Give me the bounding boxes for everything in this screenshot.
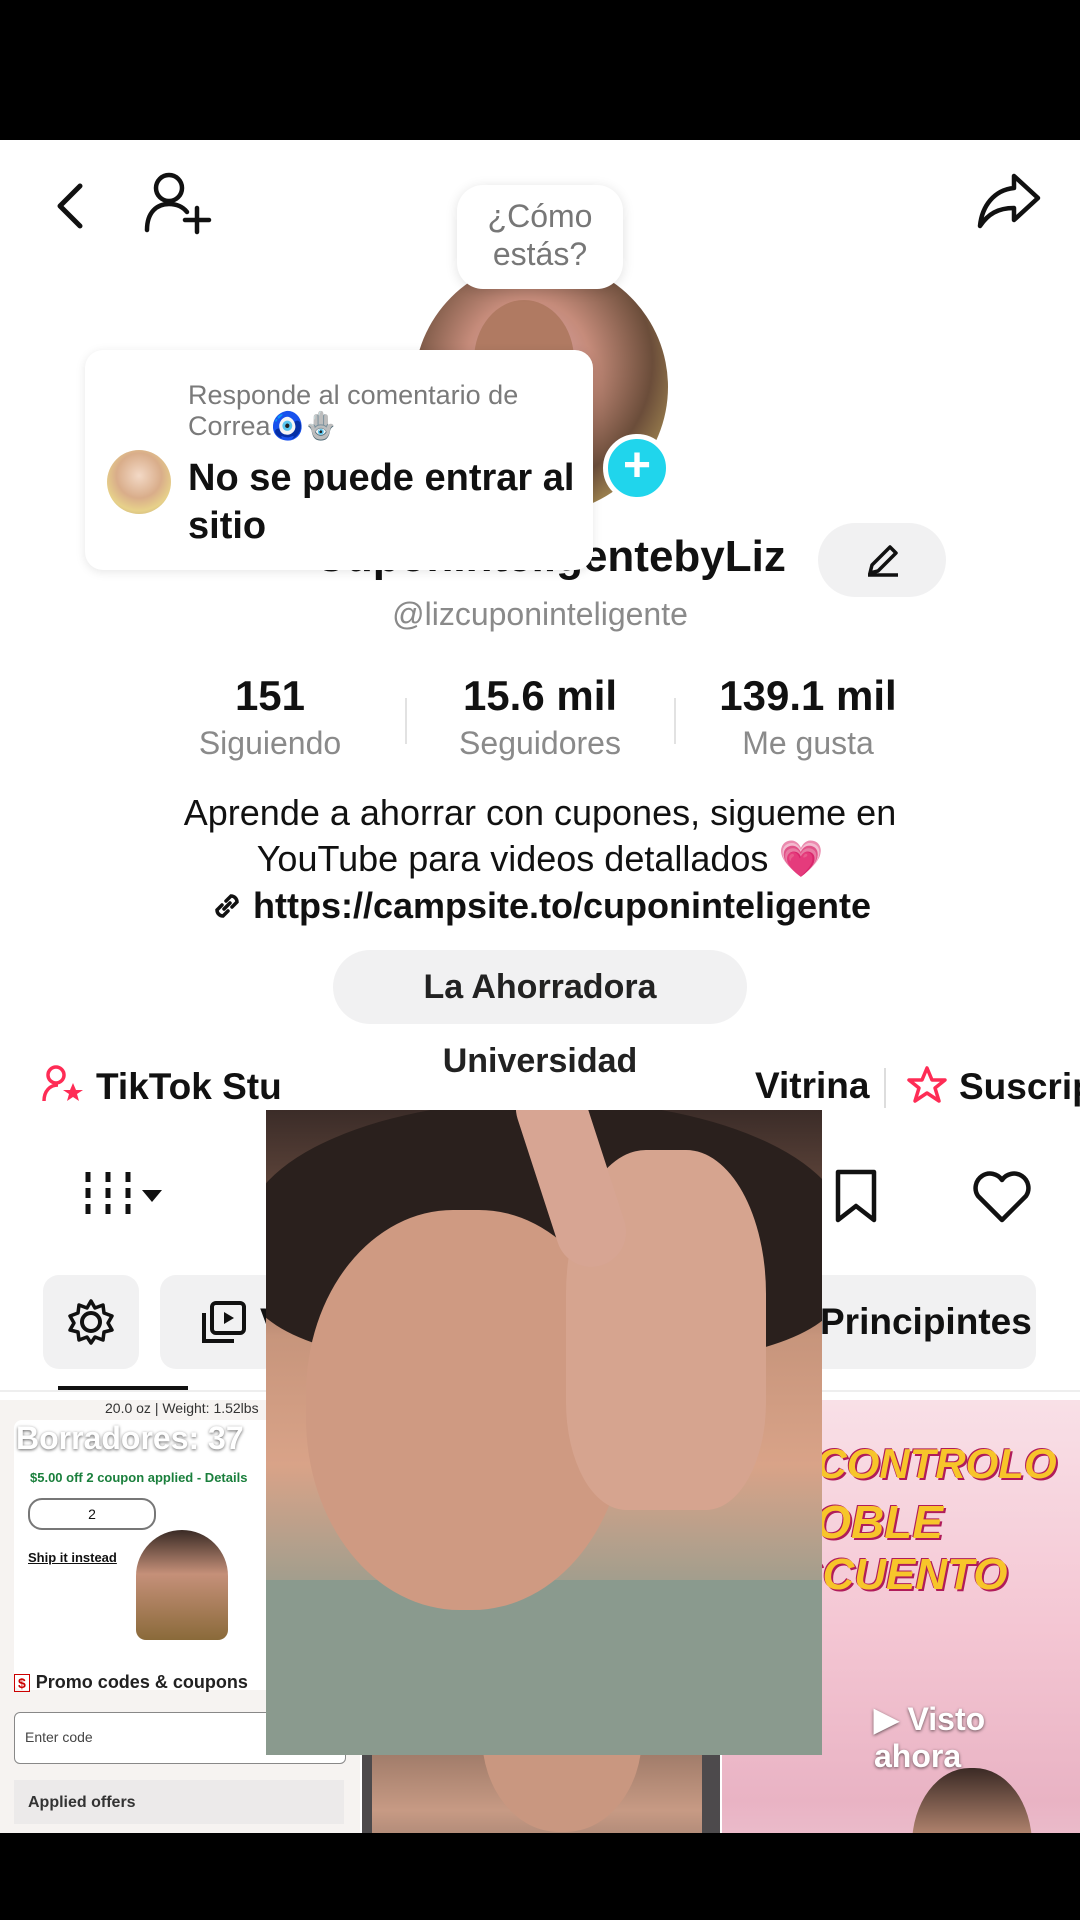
- creator-pip: [136, 1530, 228, 1640]
- reply-label: Responde al comentario de Correa🧿🪬: [188, 380, 519, 441]
- commenter-avatar: [107, 450, 171, 514]
- back-icon[interactable]: [48, 176, 92, 236]
- drafts-label: Borradores: 37: [16, 1420, 244, 1456]
- collections-pill[interactable]: V: [160, 1275, 285, 1369]
- bottom-black-bar: [0, 1833, 1080, 1920]
- stat-following-label[interactable]: Siguiendo: [150, 725, 390, 762]
- bio-line1: Aprende a ahorrar con cupones, sigueme e…: [183, 792, 897, 833]
- stat-likes-value[interactable]: 139.1 mil: [688, 672, 928, 720]
- link-icon: [215, 894, 239, 918]
- bubble-line2: estás?: [492, 236, 588, 272]
- gear-icon: [68, 1299, 114, 1345]
- tiktok-studio-label: TikTok Stu: [96, 1066, 282, 1107]
- qty-stepper: 2: [28, 1498, 156, 1530]
- playlist-label: Principintes: [820, 1301, 1032, 1342]
- coupon-text: $5.00 off 2 coupon applied - Details: [30, 1470, 248, 1485]
- grid-icon: [85, 1172, 162, 1220]
- reply-comment-card: Responde al comentario de Correa🧿🪬 No se…: [85, 350, 593, 570]
- stat-likes-label: Me gusta: [742, 725, 874, 761]
- row-divider: [884, 1068, 886, 1108]
- item-text: 20.0 oz | Weight: 1.52lbs: [105, 1400, 259, 1416]
- follow-plus-icon[interactable]: +: [603, 434, 671, 502]
- settings-pill[interactable]: [43, 1275, 139, 1369]
- community-chip[interactable]: La Ahorradora Universidad: [333, 950, 747, 1080]
- bio-line2: YouTube para videos detallados 💗: [256, 838, 824, 879]
- bio: Aprende a ahorrar con cupones, sigueme e…: [0, 790, 1080, 882]
- showcase-item[interactable]: Vitrina: [755, 1065, 869, 1107]
- reply-text: No se puede entrar al sitio: [188, 457, 575, 547]
- applied-offers-label: Applied offers: [28, 1794, 136, 1811]
- subscribe-star-icon: [907, 1066, 947, 1103]
- status-bubble[interactable]: ¿Cómo estás?: [457, 185, 623, 289]
- creator-star-icon: [42, 1065, 83, 1102]
- stat-divider: [674, 698, 676, 744]
- collection-icon: [202, 1301, 246, 1343]
- promo-title-text: Promo codes & coupons: [35, 1672, 248, 1692]
- tiktok-studio-item[interactable]: TikTok Stu: [42, 1065, 282, 1108]
- bio-link[interactable]: https://campsite.to/cuponinteligente: [0, 885, 1080, 927]
- applied-offers-bar: Applied offers: [14, 1780, 344, 1824]
- pencil-icon: [868, 545, 898, 577]
- bookmark-icon: [835, 1169, 877, 1223]
- liked-tab[interactable]: [972, 1170, 1032, 1224]
- visto-ahora-label: ▶ Visto ahora: [874, 1700, 1080, 1775]
- greenscreen-creator-video: [266, 1110, 822, 1755]
- heart-icon: [973, 1171, 1031, 1223]
- overlay-shirt: [266, 1580, 822, 1755]
- subscription-item[interactable]: Suscrip: [905, 1065, 1080, 1108]
- stat-following-value[interactable]: 151: [150, 672, 390, 720]
- edit-profile-button[interactable]: [818, 523, 946, 597]
- grid-tab[interactable]: [84, 1168, 168, 1224]
- bookmark-tab[interactable]: [832, 1168, 880, 1226]
- qty-value: 2: [88, 1506, 96, 1522]
- enter-code-placeholder: Enter code: [25, 1729, 93, 1745]
- status-bar-area: [0, 0, 1080, 140]
- add-friend-icon[interactable]: [143, 170, 213, 236]
- share-icon[interactable]: [976, 170, 1042, 230]
- playlist-pill[interactable]: Principintes: [790, 1275, 1036, 1369]
- stat-divider: [405, 698, 407, 744]
- ship-it-link: Ship it instead: [28, 1550, 117, 1565]
- play-icon: ▶: [874, 1701, 908, 1737]
- bubble-line1: ¿Cómo: [487, 198, 593, 234]
- subscription-label: Suscrip: [959, 1066, 1080, 1107]
- profile-page: + ¿Cómo estás? CuponInteligentebyLiz Res…: [0, 140, 1080, 1833]
- stat-followers-label[interactable]: Seguidores: [420, 725, 660, 762]
- bio-link-text[interactable]: https://campsite.to/cuponinteligente: [253, 885, 871, 926]
- showcase-label: Vitrina: [755, 1065, 870, 1106]
- promo-title: $ Promo codes & coupons: [14, 1672, 248, 1693]
- profile-handle: @lizcuponinteligente: [392, 596, 688, 632]
- stat-followers-value[interactable]: 15.6 mil: [420, 672, 660, 720]
